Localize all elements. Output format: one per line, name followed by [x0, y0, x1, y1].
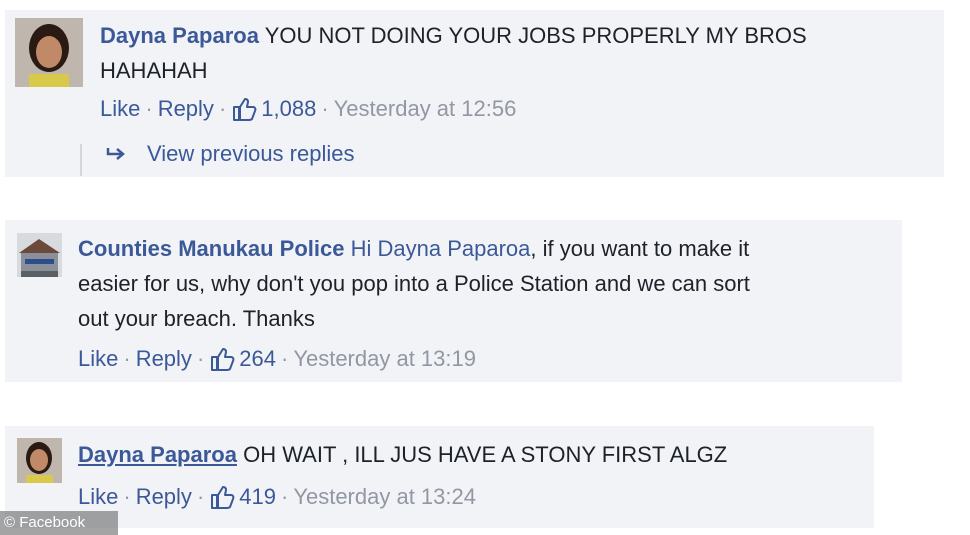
facebook-watermark: © Facebook [0, 511, 118, 535]
comment-message: OH WAIT , ILL JUS HAVE A STONY FIRST ALG… [243, 442, 728, 467]
comment-author[interactable]: Dayna Paparoa [78, 442, 237, 467]
mention-link[interactable]: Hi Dayna Paparoa [351, 236, 531, 261]
view-previous-replies[interactable]: View previous replies [105, 141, 354, 167]
timestamp[interactable]: Yesterday at 13:24 [293, 484, 476, 510]
comment-author[interactable]: Dayna Paparoa [100, 23, 259, 48]
like-count[interactable]: 1,088 [231, 96, 316, 122]
comment-author[interactable]: Counties Manukau Police [78, 236, 345, 261]
separator: · [196, 346, 205, 371]
comment-1-actions: Like · Reply · 1,088 · Yesterday at 12:5… [100, 96, 516, 122]
like-button[interactable]: Like [100, 96, 140, 122]
comment-2-actions: Like · Reply · 264 · Yesterday at 13:19 [78, 346, 476, 372]
avatar-dayna[interactable] [17, 438, 62, 483]
comment-2-text: Counties Manukau Police Hi Dayna Paparoa… [78, 231, 893, 336]
view-previous-replies-label: View previous replies [147, 141, 355, 166]
separator: · [123, 484, 131, 509]
thumbs-up-icon [211, 348, 235, 371]
like-button[interactable]: Like [78, 346, 118, 372]
like-count[interactable]: 264 [209, 346, 276, 372]
timestamp[interactable]: Yesterday at 12:56 [334, 96, 517, 122]
comment-message-line2: easier for us, why don't you pop into a … [78, 271, 750, 296]
comment-3: Dayna Paparoa OH WAIT , ILL JUS HAVE A S… [5, 426, 874, 528]
comment-1: Dayna Paparoa YOU NOT DOING YOUR JOBS PR… [5, 10, 944, 177]
police-station-icon [17, 233, 62, 277]
comment-message: , if you want to make it [530, 236, 750, 261]
separator: · [123, 346, 131, 371]
reply-thread-bar [80, 144, 82, 176]
comment-message-line2: HAHAHAH [100, 58, 208, 83]
separator: · [280, 346, 289, 371]
separator: · [196, 484, 205, 509]
reply-arrow-icon [106, 148, 125, 160]
separator: · [280, 484, 289, 509]
comment-message-line3: out your breach. Thanks [78, 306, 315, 331]
like-count-value: 1,088 [261, 96, 317, 121]
separator: · [321, 96, 329, 121]
avatar-police[interactable] [17, 233, 62, 277]
like-count[interactable]: 419 [209, 484, 276, 510]
reply-button[interactable]: Reply [158, 96, 214, 122]
like-button[interactable]: Like [78, 484, 118, 510]
comment-3-actions: Like · Reply · 419 · Yesterday at 13:24 [78, 484, 476, 510]
timestamp[interactable]: Yesterday at 13:19 [293, 346, 476, 372]
separator: · [145, 96, 153, 121]
comment-1-text: Dayna Paparoa YOU NOT DOING YOUR JOBS PR… [100, 18, 940, 88]
comment-message: YOU NOT DOING YOUR JOBS PROPERLY MY BROS [264, 23, 807, 48]
like-count-value: 419 [239, 484, 276, 509]
comment-3-text: Dayna Paparoa OH WAIT , ILL JUS HAVE A S… [78, 437, 868, 472]
like-count-value: 264 [239, 346, 276, 371]
avatar-dayna[interactable] [15, 18, 83, 87]
person-photo-icon [15, 18, 83, 87]
reply-button[interactable]: Reply [136, 346, 192, 372]
thumbs-up-icon [211, 486, 235, 509]
person-photo-icon [17, 438, 62, 483]
thumbs-up-icon [233, 98, 257, 121]
comment-2: Counties Manukau Police Hi Dayna Paparoa… [5, 220, 902, 382]
separator: · [218, 96, 227, 121]
reply-button[interactable]: Reply [136, 484, 192, 510]
